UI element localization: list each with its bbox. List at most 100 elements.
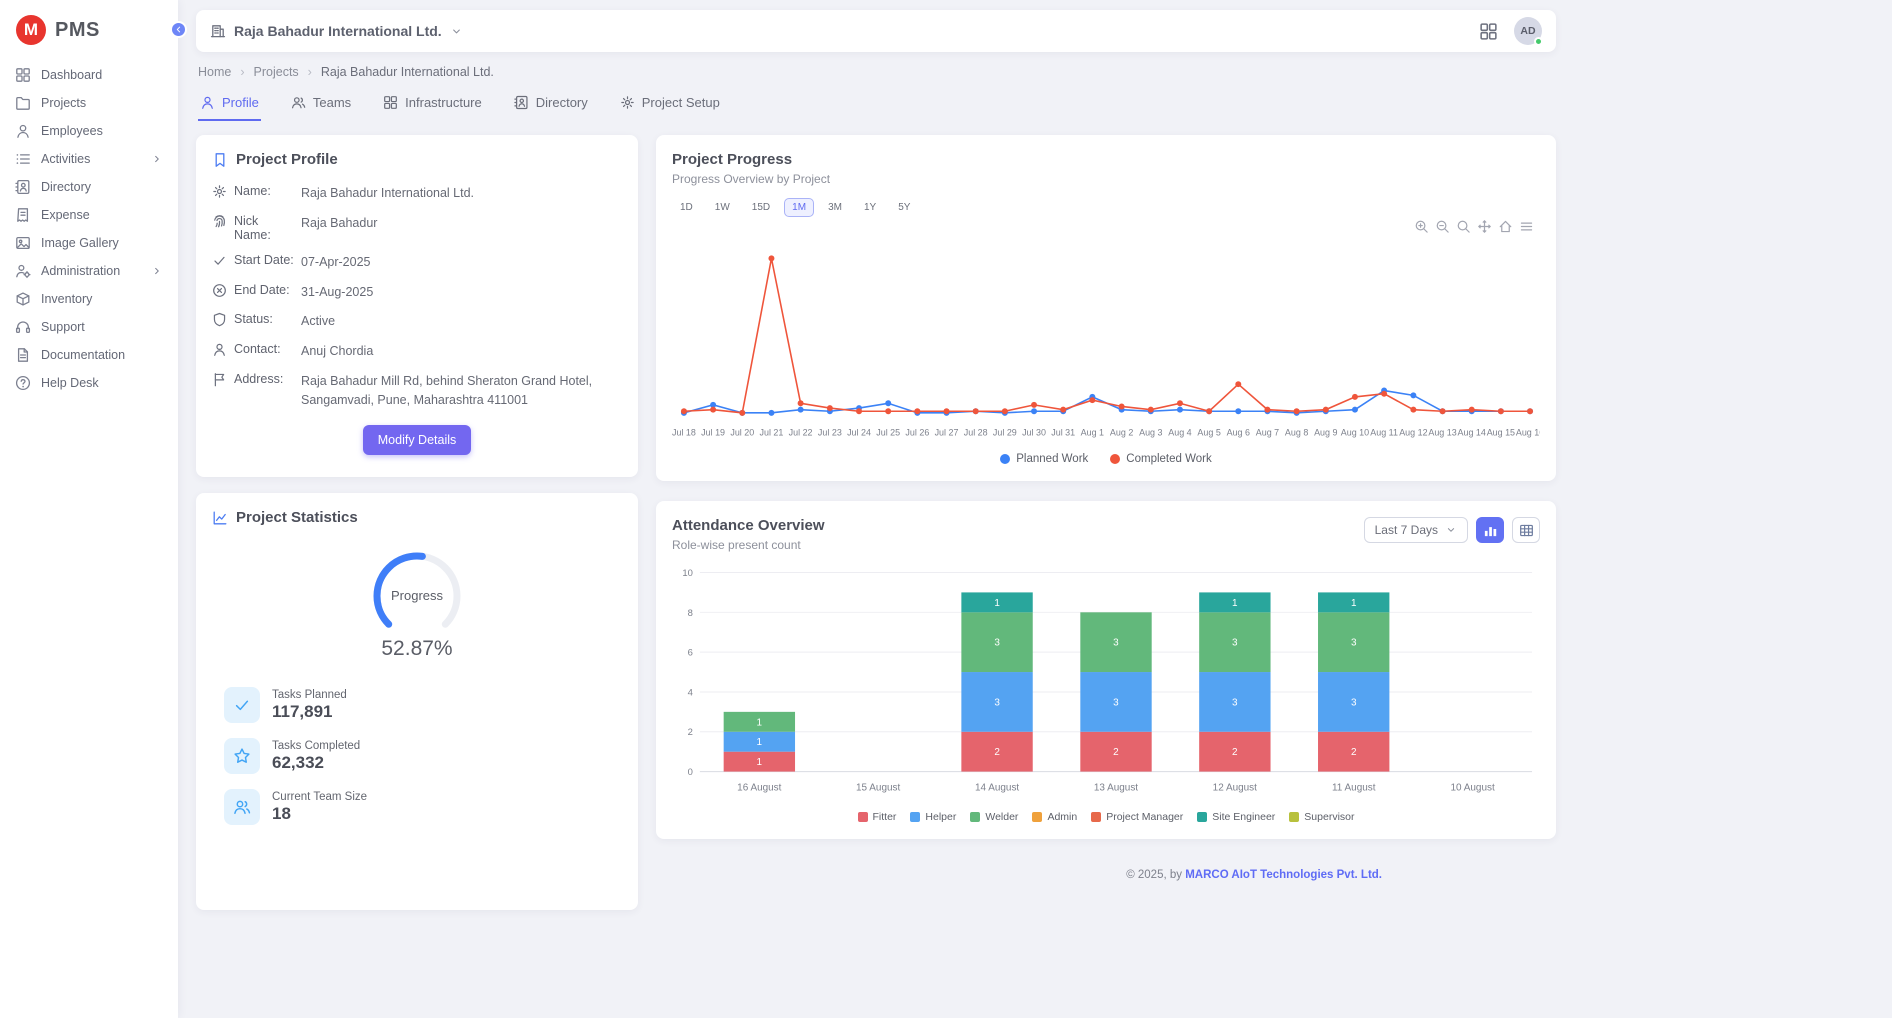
modify-details-button[interactable]: Modify Details [363,425,472,455]
stat-tasks-completed: Tasks Completed62,332 [224,738,622,774]
tab-infrastructure[interactable]: Infrastructure [381,87,484,121]
svg-text:2: 2 [1232,747,1238,758]
company-selector[interactable]: Raja Bahadur International Ltd. [210,23,463,39]
sidebar-item-projects[interactable]: Projects [0,89,178,117]
svg-text:2: 2 [1113,747,1119,758]
svg-text:Aug 8: Aug 8 [1285,428,1308,438]
stat-value: 117,891 [272,702,347,722]
sidebar-item-administration[interactable]: Administration [0,257,178,285]
range-button-5y[interactable]: 5Y [890,198,918,217]
help-icon [15,375,31,391]
stat-label: Tasks Completed [272,740,360,752]
svg-text:2: 2 [994,747,1000,758]
footer-company-link[interactable]: MARCO AIoT Technologies Pvt. Ltd. [1185,869,1382,881]
receipt-icon [15,207,31,223]
range-button-1d[interactable]: 1D [672,198,701,217]
sidebar-item-inventory[interactable]: Inventory [0,285,178,313]
svg-text:15 August: 15 August [856,782,900,793]
svg-text:2: 2 [1351,747,1357,758]
admin-icon [15,263,31,279]
app-logo[interactable]: M PMS [0,0,178,61]
tab-teams[interactable]: Teams [289,87,353,121]
svg-text:Aug 9: Aug 9 [1314,428,1337,438]
footer: © 2025, by MARCO AIoT Technologies Pvt. … [656,869,1556,881]
legend-item-project-manager[interactable]: Project Manager [1091,811,1183,823]
svg-text:Jul 18: Jul 18 [672,428,696,438]
svg-text:Jul 31: Jul 31 [1051,428,1075,438]
svg-text:0: 0 [688,767,693,778]
profile-card-title: Project Profile [236,151,338,168]
list-icon [15,151,31,167]
legend-item-helper[interactable]: Helper [910,811,956,823]
tab-profile[interactable]: Profile [198,87,261,121]
apps-grid-button[interactable] [1479,22,1498,41]
svg-text:3: 3 [994,697,1000,708]
legend-item-welder[interactable]: Welder [970,811,1018,823]
svg-text:3: 3 [994,638,1000,649]
svg-text:Aug 5: Aug 5 [1197,428,1220,438]
breadcrumb-link[interactable]: Home [198,65,231,79]
sidebar-item-employees[interactable]: Employees [0,117,178,145]
table-icon [1519,523,1534,538]
sidebar-item-documentation[interactable]: Documentation [0,341,178,369]
progress-panel-subtitle: Progress Overview by Project [672,172,1540,186]
svg-text:3: 3 [1232,638,1238,649]
svg-text:Jul 19: Jul 19 [701,428,725,438]
sidebar-collapse-button[interactable] [170,21,187,38]
gear-icon [212,184,227,199]
legend-label: Planned Work [1016,453,1088,465]
folder-icon [15,95,31,111]
svg-text:10 August: 10 August [1451,782,1495,793]
breadcrumb-link[interactable]: Projects [254,65,299,79]
sidebar-item-expense[interactable]: Expense [0,201,178,229]
progress-line-chart[interactable]: Jul 18Jul 19Jul 20Jul 21Jul 22Jul 23Jul … [672,230,1540,447]
range-button-15d[interactable]: 15D [744,198,778,217]
svg-text:4: 4 [688,687,693,698]
svg-text:16 August: 16 August [737,782,781,793]
sidebar-item-help-desk[interactable]: Help Desk [0,369,178,397]
legend-item-admin[interactable]: Admin [1032,811,1077,823]
legend-item-completed-work[interactable]: Completed Work [1110,453,1211,465]
attendance-panel-title: Attendance Overview [672,517,825,534]
legend-item-site-engineer[interactable]: Site Engineer [1197,811,1275,823]
tab-project-setup[interactable]: Project Setup [618,87,722,121]
sidebar-item-label: Expense [41,208,90,222]
legend-swatch [1110,454,1120,464]
date-range-select[interactable]: Last 7 Days [1364,517,1468,543]
svg-text:3: 3 [1232,697,1238,708]
stat-value: 18 [272,804,367,824]
svg-text:Aug 10: Aug 10 [1341,428,1369,438]
user-avatar[interactable]: AD [1514,17,1542,45]
sidebar-item-directory[interactable]: Directory [0,173,178,201]
legend-item-fitter[interactable]: Fitter [858,811,897,823]
legend-item-planned-work[interactable]: Planned Work [1000,453,1088,465]
bar-view-toggle[interactable] [1476,517,1504,543]
field-label: Name: [234,184,294,198]
sidebar-item-support[interactable]: Support [0,313,178,341]
breadcrumb-separator: › [308,65,312,79]
sidebar-item-activities[interactable]: Activities [0,145,178,173]
svg-text:Jul 26: Jul 26 [905,428,929,438]
svg-text:3: 3 [1351,697,1357,708]
range-button-1w[interactable]: 1W [707,198,738,217]
range-button-1y[interactable]: 1Y [856,198,884,217]
legend-swatch [858,812,868,822]
range-button-3m[interactable]: 3M [820,198,850,217]
legend-item-supervisor[interactable]: Supervisor [1289,811,1354,823]
svg-text:Jul 30: Jul 30 [1022,428,1046,438]
sidebar-item-dashboard[interactable]: Dashboard [0,61,178,89]
svg-text:Jul 22: Jul 22 [789,428,813,438]
tab-directory[interactable]: Directory [512,87,590,121]
svg-text:Jul 28: Jul 28 [964,428,988,438]
svg-text:14 August: 14 August [975,782,1019,793]
sidebar: M PMS DashboardProjectsEmployeesActiviti… [0,0,178,1018]
sidebar-item-label: Administration [41,264,120,278]
sidebar-item-image-gallery[interactable]: Image Gallery [0,229,178,257]
profile-field-address: Address:Raja Bahadur Mill Rd, behind She… [212,372,622,410]
table-view-toggle[interactable] [1512,517,1540,543]
range-button-1m[interactable]: 1M [784,198,814,217]
attendance-bar-chart[interactable]: 024681011116 August15 August233114 Augus… [672,562,1540,803]
users-icon [233,798,251,816]
range-selector: 1D 1W 15D 1M 3M 1Y 5Y [672,198,1540,217]
headset-icon [15,319,31,335]
